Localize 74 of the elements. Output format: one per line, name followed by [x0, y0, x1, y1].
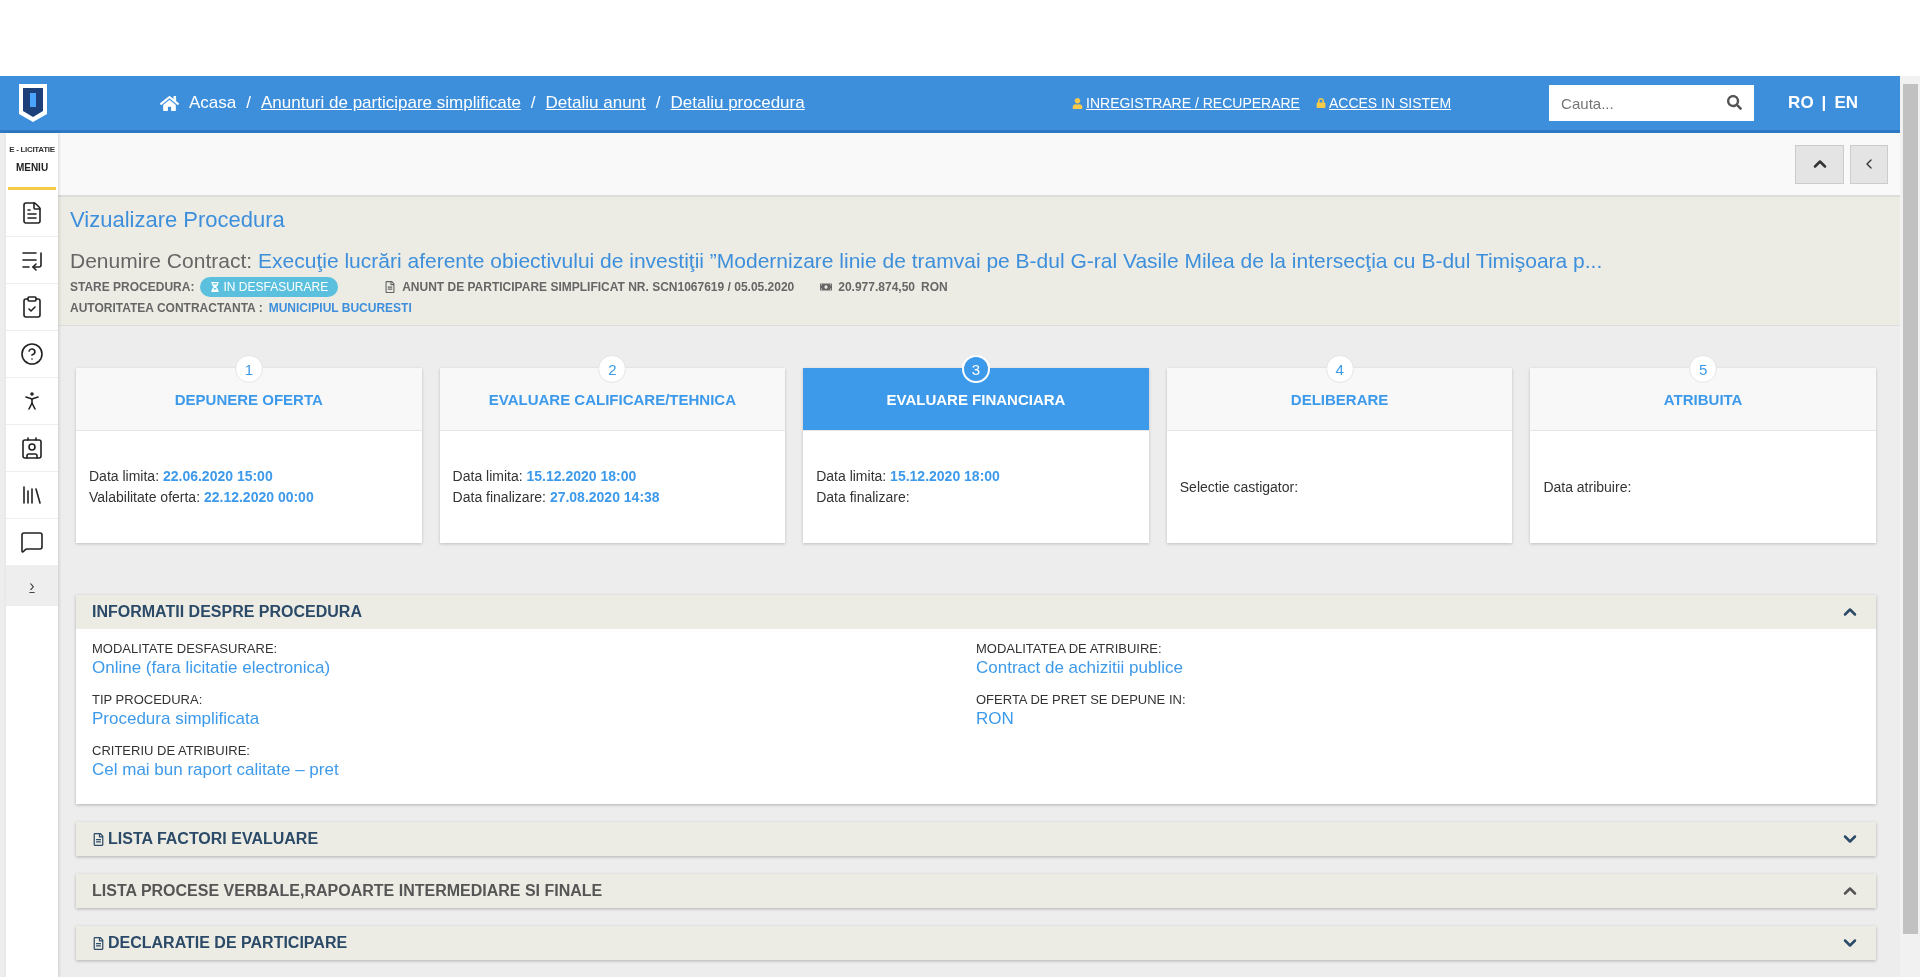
- document-icon[interactable]: [20, 201, 44, 225]
- step-number: 4: [1325, 355, 1354, 383]
- field-value: Online (fara licitatie electronica): [92, 658, 332, 678]
- step-detail: Valabilitate oferta: 22.12.2020 00:00: [89, 488, 315, 507]
- breadcrumb-link[interactable]: Acasa: [189, 93, 237, 113]
- step-detail: Data finalizare:: [816, 488, 911, 507]
- currency-label: RON: [921, 280, 948, 294]
- document-icon: [92, 832, 105, 846]
- document-icon: [384, 281, 397, 293]
- search-icon[interactable]: [1727, 95, 1743, 110]
- step-detail: Selectie castigator:: [1179, 477, 1300, 497]
- contract-label: Denumire Contract:: [70, 249, 253, 273]
- status-label: STARE PROCEDURA:: [70, 280, 195, 294]
- breadcrumb-separator: /: [246, 93, 251, 113]
- step-number: 2: [598, 355, 627, 383]
- section-header[interactable]: INFORMATII DESPRE PROCEDURA: [76, 595, 1876, 629]
- authority-link[interactable]: MUNICIPIUL BUCURESTI: [268, 301, 412, 315]
- search-field[interactable]: Cauta...: [1549, 85, 1755, 121]
- authority-label: AUTORITATEA CONTRACTANTA :: [70, 301, 263, 315]
- scrollbar[interactable]: [1900, 76, 1920, 977]
- lock-icon: [1315, 98, 1326, 108]
- step-detail: Data finalizare: 27.08.2020 14:38: [452, 488, 661, 507]
- section-header[interactable]: LISTA PROCESE VERBALE,RAPOARTE INTERMEDIARE SI FINALE: [76, 874, 1876, 908]
- field-label: CRITERIU DE ATRIBUIRE:: [92, 743, 251, 758]
- step-number: 3: [962, 355, 990, 383]
- field-value: Contract de achizitii publice: [976, 658, 1184, 678]
- step-number: 5: [1689, 355, 1718, 383]
- expand-button[interactable]: ›: [6, 566, 58, 606]
- status-badge: IN DESFASURARE: [200, 277, 339, 297]
- id-card-icon[interactable]: [20, 436, 44, 460]
- home-icon[interactable]: [160, 93, 179, 113]
- document-icon: [92, 936, 105, 950]
- field-value: Procedura simplificata: [92, 709, 261, 729]
- step-detail: Data limita: 22.06.2020 15:00: [89, 467, 274, 486]
- menu-label: MENIU: [14, 162, 50, 173]
- help-icon[interactable]: [20, 342, 44, 366]
- step-detail: Data limita: 15.12.2020 18:00: [816, 467, 1001, 486]
- field-label: MODALITATEA DE ATRIBUIRE:: [976, 641, 1163, 656]
- field-label: MODALITATE DESFASURARE:: [92, 641, 279, 656]
- section-title: DECLARATIE DE PARTICIPARE: [108, 934, 349, 952]
- language-link[interactable]: RO: [1788, 93, 1814, 113]
- section-title: INFORMATII DESPRE PROCEDURA: [92, 603, 363, 621]
- logo-icon[interactable]: [18, 83, 48, 123]
- notice-number: ANUNT DE PARTICIPARE SIMPLIFICAT NR. SCN1067619 / 05.05.2020: [402, 280, 795, 294]
- step-number: 1: [234, 355, 263, 383]
- page-title: Vizualizare Procedura: [70, 207, 286, 233]
- breadcrumb-link[interactable]: Anunturi de participare simplificate: [261, 93, 521, 113]
- field-value: Cel mai bun raport calitate – pret: [92, 760, 340, 780]
- contract-value: 20.977.874,50: [838, 280, 915, 294]
- field-label: OFERTA DE PRET SE DEPUNE IN:: [976, 692, 1187, 707]
- section-title: LISTA PROCESE VERBALE,RAPOARTE INTERMEDIARE SI FINALE: [92, 882, 604, 900]
- section-title: LISTA FACTORI EVALUARE: [108, 830, 320, 848]
- books-icon[interactable]: [20, 483, 44, 507]
- breadcrumb-link[interactable]: Detaliu procedura: [670, 93, 805, 113]
- login-link[interactable]: ACCES IN SISTEM: [1315, 95, 1452, 111]
- collapse-button[interactable]: [1795, 144, 1844, 184]
- field-label: TIP PROCEDURA:: [92, 692, 204, 707]
- register-link[interactable]: INREGISTRARE / RECUPERARE: [1072, 95, 1300, 111]
- language-separator: |: [1821, 93, 1827, 113]
- language-link[interactable]: EN: [1834, 93, 1858, 113]
- field-value: RON: [976, 709, 1015, 729]
- chat-icon[interactable]: [20, 530, 44, 554]
- step-detail: Data atribuire:: [1543, 477, 1633, 497]
- money-icon: [820, 281, 833, 293]
- contract-name: Execuţie lucrări aferente obiectivului de investiţii ”Modernizare linie de tramvai pe B-dul G-ral Vasile Milea de la intersecţia cu B-dul Timişoara p...: [258, 249, 1603, 273]
- clipboard-check-icon[interactable]: [20, 295, 44, 319]
- breadcrumb-link[interactable]: Detaliu anunt: [545, 93, 646, 113]
- brand-label: E - LICITATIE: [8, 145, 56, 154]
- user-icon: [1072, 97, 1084, 109]
- breadcrumb-separator: /: [530, 93, 536, 113]
- breadcrumb-separator: /: [655, 93, 661, 113]
- section-header[interactable]: LISTA FACTORI EVALUARE: [76, 822, 1876, 856]
- section-header[interactable]: DECLARATIE DE PARTICIPARE: [76, 926, 1876, 960]
- step-detail: Data limita: 15.12.2020 18:00: [452, 467, 638, 486]
